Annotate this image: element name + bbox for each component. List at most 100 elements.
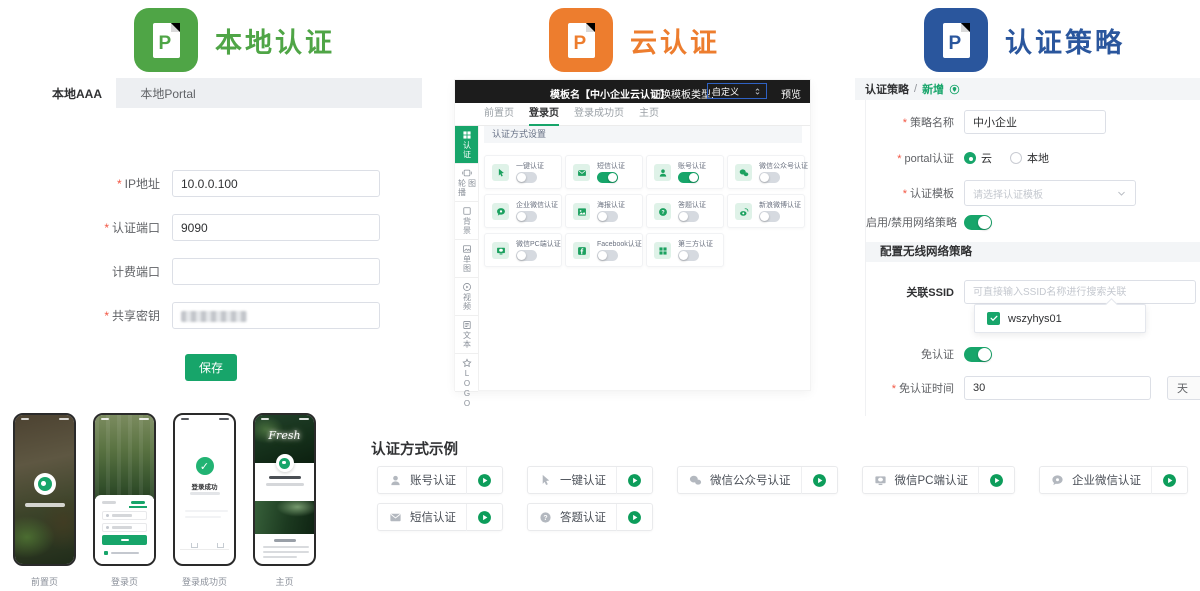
example-chip-label: 微信PC端认证	[895, 472, 968, 488]
enable-policy-toggle[interactable]	[964, 215, 992, 230]
editor-sidebar-item[interactable]: 视频	[455, 278, 478, 316]
portal-cloud-radio[interactable]	[964, 152, 976, 164]
portal-cloud-label[interactable]: 云	[981, 150, 992, 166]
acct-port-input[interactable]	[173, 259, 379, 284]
auth-port-field	[172, 214, 380, 241]
auth-port-input[interactable]	[173, 215, 379, 240]
editor-sidebar-item[interactable]: 文本	[455, 316, 478, 354]
noauth-time-field	[964, 376, 1151, 400]
weibo-icon	[735, 203, 752, 220]
noauth-time-input[interactable]	[965, 377, 1150, 399]
play-button-icon[interactable]	[477, 473, 492, 488]
example-chip[interactable]: 微信PC端认证	[862, 466, 1015, 494]
example-chip[interactable]: 短信认证	[377, 503, 503, 531]
carousel-icon	[462, 168, 472, 178]
ssid-checkbox[interactable]	[987, 312, 1000, 325]
cloud-auth-doc-icon: P	[549, 8, 613, 72]
example-chip-label: 微信公众号认证	[710, 472, 791, 488]
portal-auth-label: portal认证	[904, 153, 954, 165]
ssid-search-input[interactable]	[965, 281, 1195, 303]
noauth-row: 免认证	[866, 346, 992, 362]
auth-method-card: Facebook认证	[565, 233, 643, 267]
editor-tab[interactable]: 登录成功页	[574, 103, 624, 125]
example-chip[interactable]: 一键认证	[527, 466, 653, 494]
pointer-icon	[492, 164, 509, 181]
local-tab[interactable]: 本地Portal	[116, 78, 220, 108]
local-auth-title: 本地认证	[215, 21, 335, 60]
auth-method-card: ?答题认证	[646, 194, 724, 228]
facebook-icon	[573, 242, 590, 259]
home-info-band	[255, 463, 314, 501]
field-label: *认证端口	[38, 219, 172, 236]
wechatpc-icon	[874, 474, 887, 487]
editor-sidebar-item[interactable]: 认证	[455, 126, 478, 164]
auth-method-toggle[interactable]	[597, 211, 618, 222]
auth-method-card: 微信公众号认证	[727, 155, 805, 189]
auth-method-toggle[interactable]	[597, 172, 618, 183]
auth-method-toggle[interactable]	[759, 172, 780, 183]
divider	[978, 467, 979, 494]
template-type-value: 自定义	[712, 85, 739, 98]
example-chip[interactable]: ? 答题认证	[527, 503, 653, 531]
local-tab[interactable]: 本地AAA	[38, 78, 116, 108]
save-button[interactable]: 保存	[185, 354, 237, 381]
portal-local-radio[interactable]	[1010, 152, 1022, 164]
star-icon	[462, 358, 472, 368]
ssid-field	[964, 280, 1196, 304]
svg-text:?: ?	[543, 514, 547, 521]
editor-tab[interactable]: 登录页	[529, 103, 559, 125]
example-chip[interactable]: 企业微信认证	[1039, 466, 1188, 494]
breadcrumb-root[interactable]: 认证策略	[865, 81, 909, 97]
store-shelf-photo	[95, 415, 154, 499]
auth-method-toggle[interactable]	[678, 172, 699, 183]
phone-caption: 登录页	[93, 575, 156, 588]
ssid-label: 关联SSID	[866, 284, 964, 300]
editor-sidebar-label: 认证	[462, 141, 472, 159]
editor-sidebar-label: 文本	[462, 331, 472, 349]
noauth-toggle[interactable]	[964, 347, 992, 362]
breadcrumb-separator: /	[914, 83, 917, 95]
play-button-icon[interactable]	[1162, 473, 1177, 488]
auth-method-toggle[interactable]	[759, 211, 780, 222]
auth-method-card: 企业微信认证	[484, 194, 562, 228]
play-button-icon[interactable]	[989, 473, 1004, 488]
ip-address-input[interactable]	[173, 171, 379, 196]
auth-method-label: Facebook认证	[597, 239, 642, 249]
auth-method-toggle[interactable]	[516, 250, 537, 261]
play-button-icon[interactable]	[812, 473, 827, 488]
editor-sidebar-item[interactable]: 单图	[455, 240, 478, 278]
editor-tabs: 前置页登录页登录成功页主页	[455, 103, 810, 126]
portal-local-label[interactable]: 本地	[1027, 150, 1049, 166]
auth-method-toggle[interactable]	[678, 250, 699, 261]
updown-icon	[753, 87, 762, 96]
editor-sidebar-item[interactable]: LOGO	[455, 354, 478, 392]
ssid-option[interactable]: wszyhys01	[1008, 313, 1062, 325]
auth-method-toggle[interactable]	[597, 250, 618, 261]
auth-method-label: 微信公众号认证	[759, 161, 808, 171]
template-type-select[interactable]: 自定义	[707, 83, 767, 99]
policy-name-input[interactable]	[965, 111, 1105, 133]
play-button-icon[interactable]	[627, 473, 642, 488]
local-tabstrip: 本地AAA本地Portal	[38, 78, 422, 108]
auth-method-toggle[interactable]	[516, 172, 537, 183]
examples-title: 认证方式示例	[371, 438, 458, 459]
editor-sidebar-item[interactable]: 背景	[455, 202, 478, 240]
editor-tab[interactable]: 前置页	[484, 103, 514, 125]
auth-method-toggle[interactable]	[678, 211, 699, 222]
auth-method-card: 短信认证	[565, 155, 643, 189]
auth-template-placeholder: 请选择认证模板	[973, 186, 1043, 201]
auth-template-label: 认证模板	[910, 188, 954, 200]
form-row: *认证端口	[38, 214, 380, 241]
editor-tab[interactable]: 主页	[639, 103, 659, 125]
preview-button[interactable]: 预览	[781, 86, 801, 101]
example-chip-label: 答题认证	[560, 509, 606, 525]
play-button-icon[interactable]	[627, 510, 642, 525]
auth-template-select[interactable]: 请选择认证模板	[964, 180, 1136, 206]
auth-method-toggle[interactable]	[516, 211, 537, 222]
play-button-icon[interactable]	[477, 510, 492, 525]
editor-sidebar-item[interactable]: 轮播图	[455, 164, 478, 202]
example-chip[interactable]: 账号认证	[377, 466, 503, 494]
example-chip-label: 短信认证	[410, 509, 456, 525]
wechatpc-icon	[492, 242, 509, 259]
example-chip[interactable]: 微信公众号认证	[677, 466, 838, 494]
